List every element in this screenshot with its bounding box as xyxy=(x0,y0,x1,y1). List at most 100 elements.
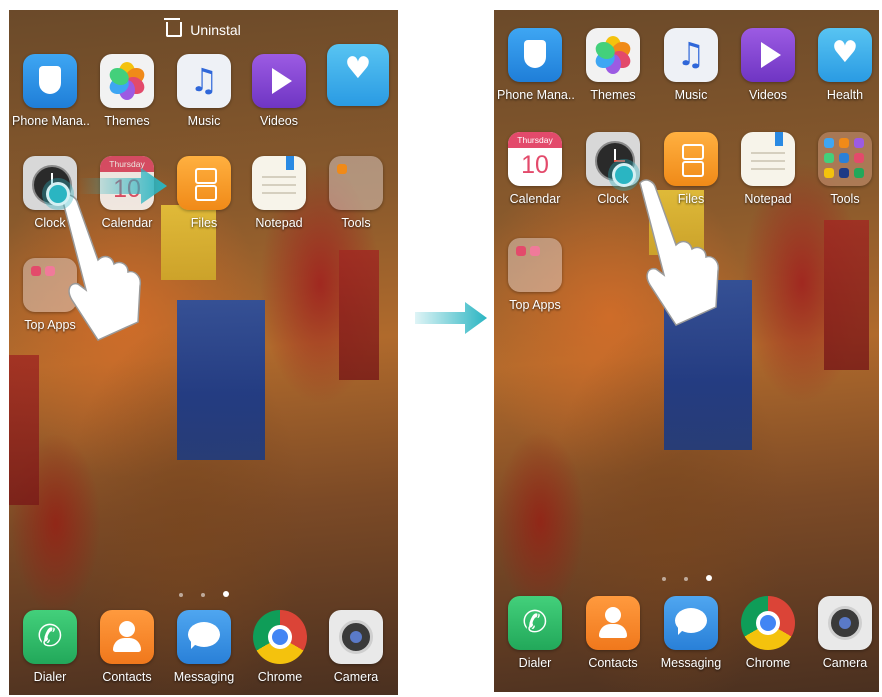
phone-icon xyxy=(23,610,77,664)
app-health[interactable]: Health xyxy=(807,28,879,102)
wallpaper-blue-stroke xyxy=(177,300,265,460)
dock-messaging[interactable]: Messaging xyxy=(166,610,242,684)
dock-camera[interactable]: Camera xyxy=(318,610,394,684)
chat-bubble-icon xyxy=(664,596,718,650)
dock-contacts[interactable]: Contacts xyxy=(575,596,651,670)
wallpaper-red-stroke xyxy=(9,355,39,505)
cabinet-icon xyxy=(177,156,231,210)
folder-icon xyxy=(508,238,562,292)
wallpaper-red-stroke xyxy=(824,220,869,370)
page-dot xyxy=(683,577,688,581)
app-label: Calendar xyxy=(509,192,561,206)
app-label: Dialer xyxy=(33,670,67,684)
music-note-icon xyxy=(664,28,718,82)
wallpaper-red-stroke xyxy=(339,250,379,380)
notepad-icon xyxy=(741,132,795,186)
touch-point-icon xyxy=(46,182,70,206)
chrome-icon xyxy=(253,610,307,664)
app-label: Messaging xyxy=(173,670,235,684)
app-label: Music xyxy=(674,88,708,102)
app-music[interactable]: Music xyxy=(166,54,242,128)
app-label: Phone Mana.. xyxy=(497,88,575,102)
folder-top-apps[interactable]: Top Apps xyxy=(497,238,573,312)
app-label: Notepad xyxy=(255,216,303,230)
page-dot-active xyxy=(222,591,229,597)
person-icon xyxy=(100,610,154,664)
app-themes[interactable]: Themes xyxy=(89,54,165,128)
folder-icon xyxy=(329,156,383,210)
page-indicator xyxy=(494,568,879,586)
app-files[interactable]: Files xyxy=(166,156,242,230)
dock-contacts[interactable]: Contacts xyxy=(89,610,165,684)
app-label: Themes xyxy=(590,88,636,102)
app-themes[interactable]: Themes xyxy=(575,28,651,102)
dock-dialer[interactable]: Dialer xyxy=(497,596,573,670)
app-label: Videos xyxy=(749,88,787,102)
camera-lens-icon xyxy=(329,610,383,664)
music-note-icon xyxy=(177,54,231,108)
dock-chrome[interactable]: Chrome xyxy=(730,596,806,670)
dock-chrome[interactable]: Chrome xyxy=(242,610,318,684)
page-dot xyxy=(200,593,205,597)
arrow-right-icon xyxy=(415,302,487,334)
app-notepad[interactable]: Notepad xyxy=(241,156,317,230)
app-label: Chrome xyxy=(745,656,791,670)
touch-point-icon xyxy=(612,163,636,187)
person-icon xyxy=(586,596,640,650)
app-phone-manager[interactable]: Phone Mana.. xyxy=(497,28,575,102)
heart-icon xyxy=(327,44,389,106)
app-label: Messaging xyxy=(660,656,722,670)
app-label: Videos xyxy=(260,114,298,128)
camera-lens-icon xyxy=(818,596,872,650)
uninstall-label: Uninstal xyxy=(190,22,241,38)
app-health-dragging[interactable] xyxy=(320,44,396,106)
shield-icon xyxy=(508,28,562,82)
app-label: Music xyxy=(187,114,221,128)
folder-label: Tools xyxy=(341,216,371,230)
folder-label: Tools xyxy=(830,192,860,206)
app-label: Health xyxy=(826,88,864,102)
page-dot xyxy=(661,577,666,581)
dock-dialer[interactable]: Dialer xyxy=(12,610,88,684)
chrome-icon xyxy=(741,596,795,650)
folder-tools[interactable]: Tools xyxy=(318,156,394,230)
chat-bubble-icon xyxy=(177,610,231,664)
folder-icon xyxy=(818,132,872,186)
app-label: Notepad xyxy=(744,192,792,206)
app-music[interactable]: Music xyxy=(653,28,729,102)
home-screen-after: Phone Mana.. Themes Music Videos Health … xyxy=(494,10,879,692)
app-label: Contacts xyxy=(102,670,152,684)
heart-icon xyxy=(818,28,872,82)
dock-messaging[interactable]: Messaging xyxy=(653,596,729,670)
flower-icon xyxy=(586,28,640,82)
hand-pointer-icon xyxy=(639,179,720,326)
folder-label: Top Apps xyxy=(509,298,561,312)
calendar-weekday: Thursday xyxy=(508,132,562,148)
app-label: Dialer xyxy=(518,656,552,670)
page-indicator xyxy=(9,584,398,602)
app-label: Phone Mana.. xyxy=(12,114,90,128)
page-dot xyxy=(178,593,183,597)
folder-tools[interactable]: Tools xyxy=(807,132,879,206)
shield-icon xyxy=(23,54,77,108)
app-notepad[interactable]: Notepad xyxy=(730,132,806,206)
play-icon xyxy=(252,54,306,108)
calendar-day: 10 xyxy=(521,151,549,179)
calendar-icon: Thursday 10 xyxy=(508,132,562,186)
hand-pointer-icon xyxy=(61,194,142,341)
app-label: Themes xyxy=(104,114,150,128)
notepad-icon xyxy=(252,156,306,210)
uninstall-drop-target[interactable]: Uninstal xyxy=(9,18,398,38)
trash-icon xyxy=(164,18,183,37)
app-videos[interactable]: Videos xyxy=(730,28,806,102)
flower-icon xyxy=(100,54,154,108)
app-label: Contacts xyxy=(588,656,638,670)
app-phone-manager[interactable]: Phone Mana.. xyxy=(12,54,90,128)
app-calendar[interactable]: Thursday 10 Calendar xyxy=(497,132,573,206)
home-screen-before: Uninstal Phone Mana.. Themes Music Video… xyxy=(9,10,398,695)
play-icon xyxy=(741,28,795,82)
app-videos[interactable]: Videos xyxy=(241,54,317,128)
app-label: Files xyxy=(190,216,218,230)
dock-camera[interactable]: Camera xyxy=(807,596,879,670)
app-label: Chrome xyxy=(257,670,303,684)
